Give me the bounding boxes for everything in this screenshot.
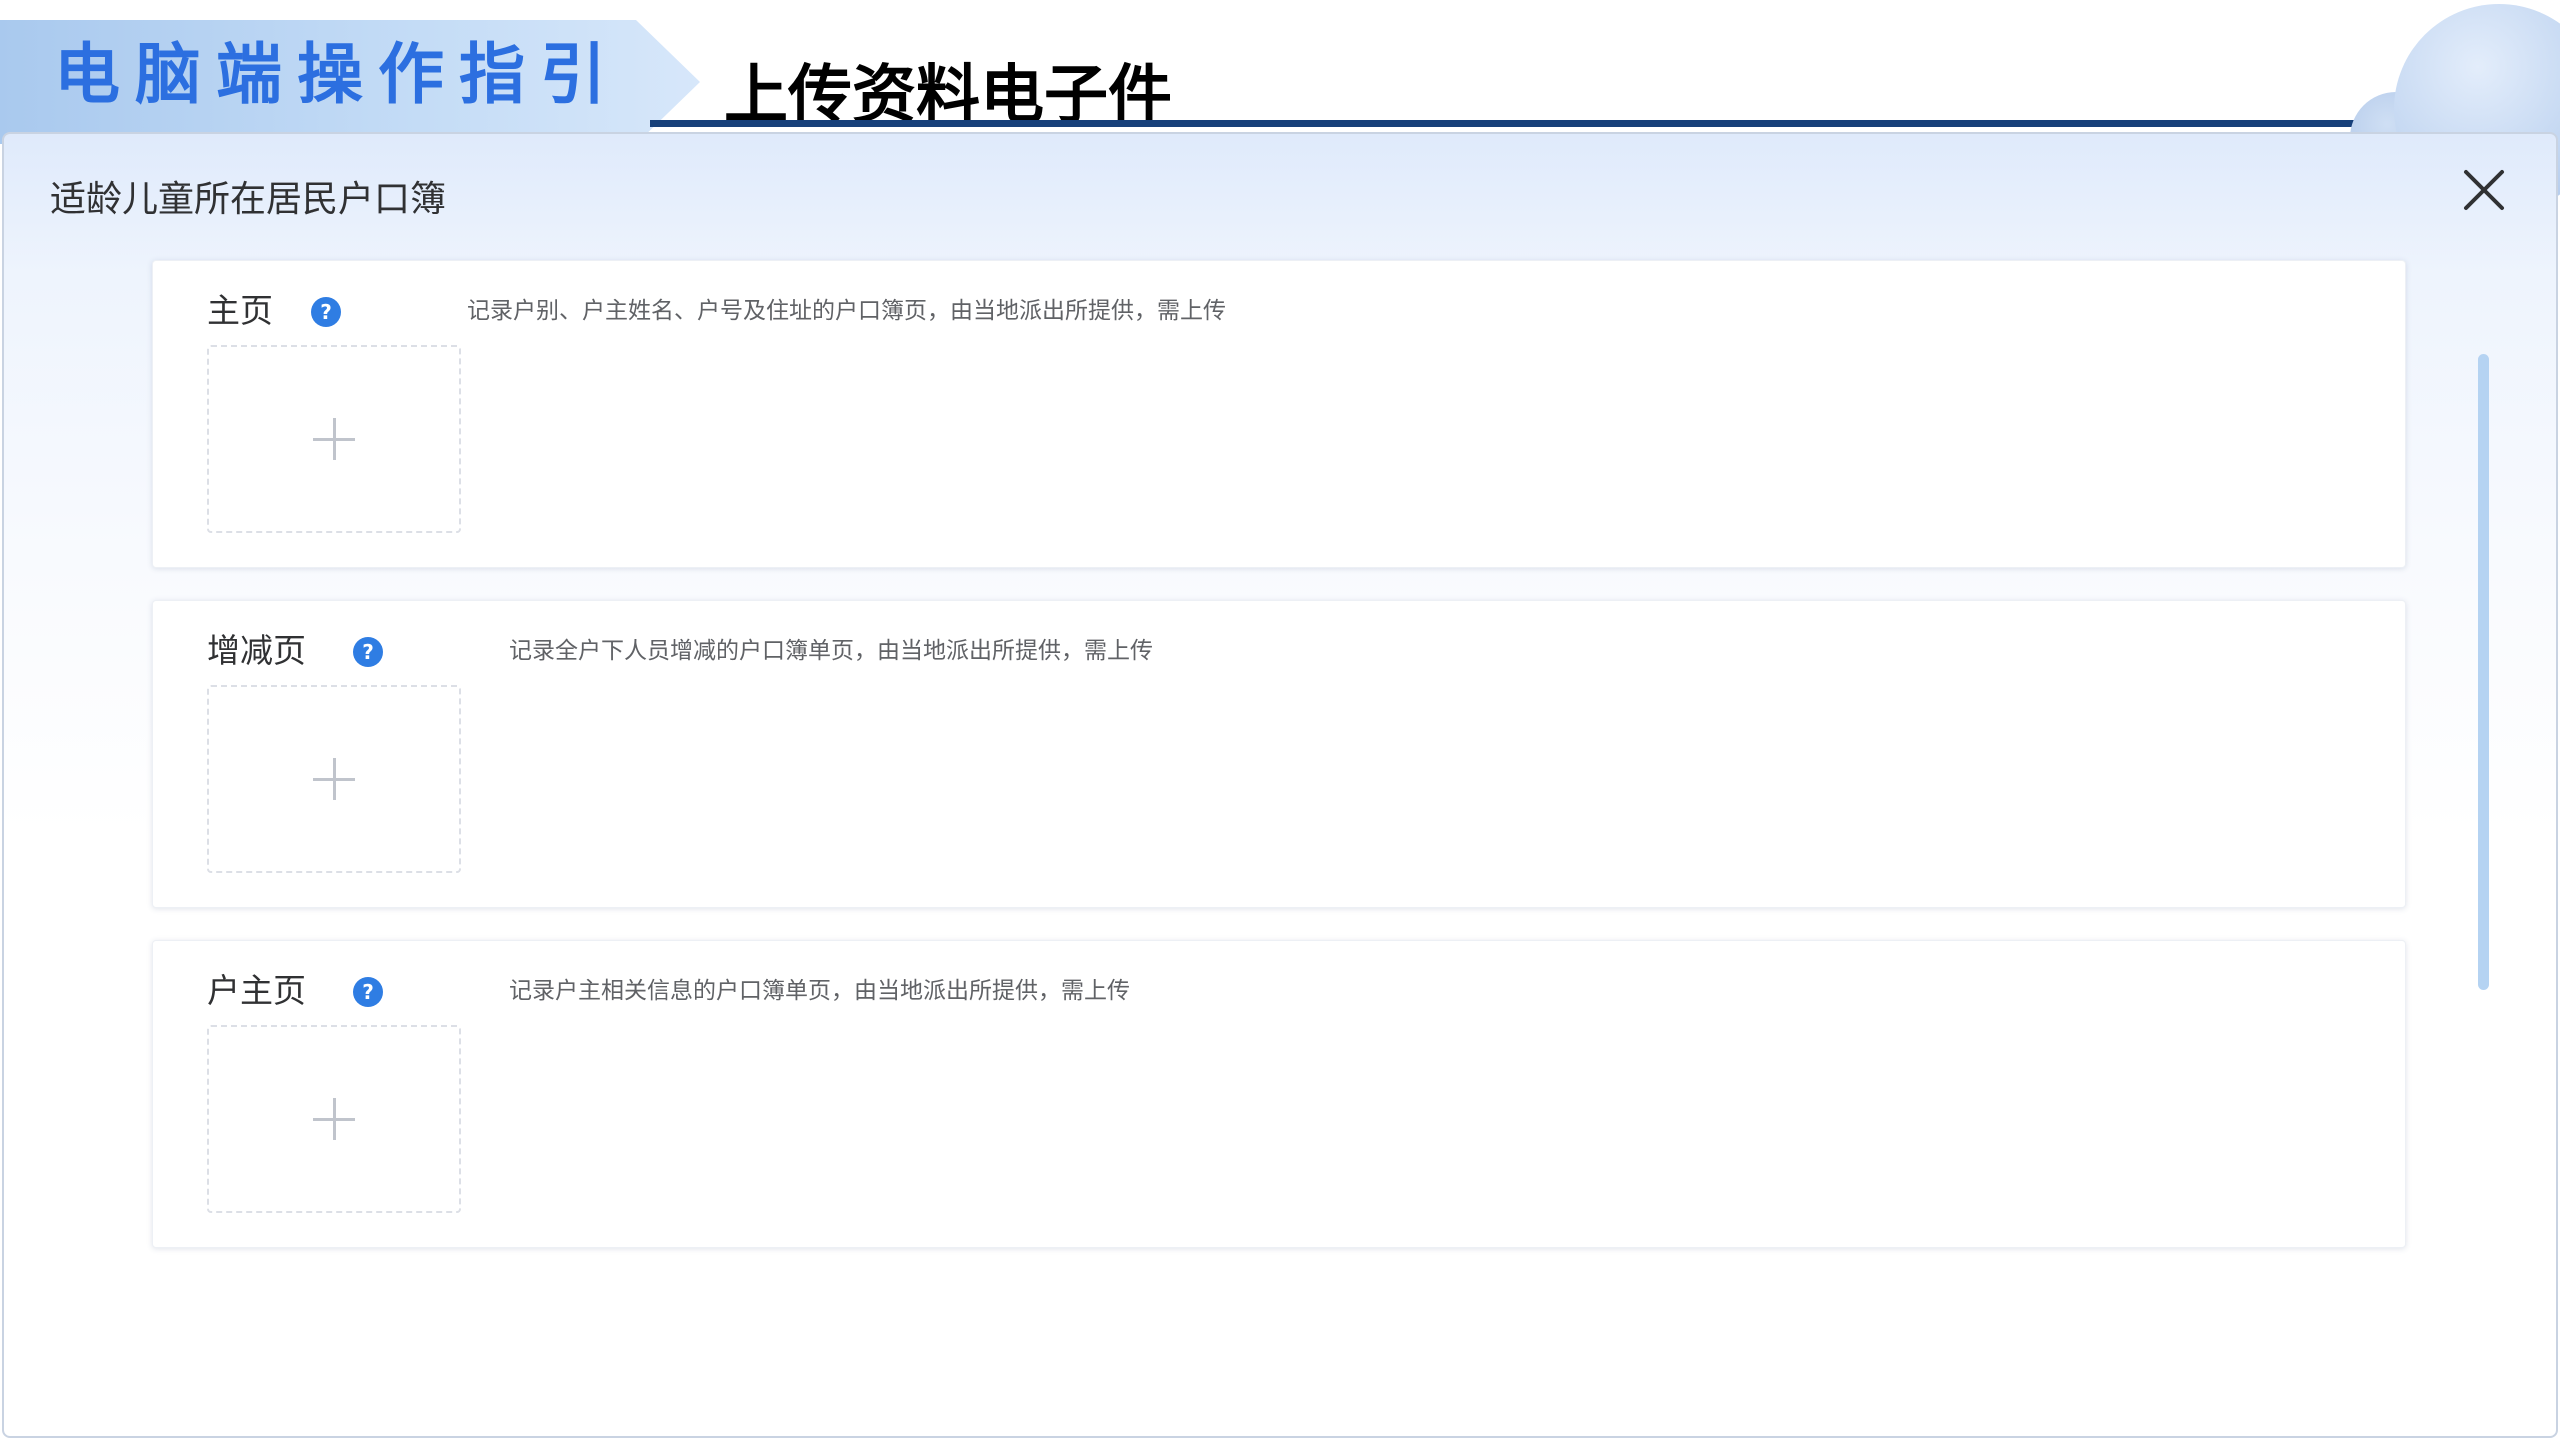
upload-dialog: 适龄儿童所在居民户口簿 主页 ? 记录户别、户主姓名、户号及住址的户口簿页，由当… [2,132,2558,1438]
close-button[interactable] [2454,160,2514,220]
plus-icon [313,758,355,800]
upload-button[interactable] [207,1025,461,1213]
guide-title: 电脑端操作指引 [54,36,621,113]
help-icon[interactable]: ? [353,637,383,667]
upload-card-householder-page: 户主页 ? 记录户主相关信息的户口簿单页，由当地派出所提供，需上传 [152,940,2406,1248]
help-icon[interactable]: ? [353,977,383,1007]
upload-button[interactable] [207,345,461,533]
plus-icon [313,1098,355,1140]
upload-button[interactable] [207,685,461,873]
card-description: 记录户别、户主姓名、户号及住址的户口簿页，由当地派出所提供，需上传 [467,298,1226,324]
card-description: 记录户主相关信息的户口簿单页，由当地派出所提供，需上传 [509,978,1130,1004]
help-icon[interactable]: ? [311,297,341,327]
upload-card-main-page: 主页 ? 记录户别、户主姓名、户号及住址的户口簿页，由当地派出所提供，需上传 [152,260,2406,568]
card-label: 增减页 [207,631,306,670]
card-label: 户主页 [207,971,306,1010]
header-divider [650,120,2560,127]
card-description: 记录全户下人员增减的户口簿单页，由当地派出所提供，需上传 [509,638,1153,664]
scrollbar-thumb[interactable] [2478,354,2489,990]
upload-card-change-page: 增减页 ? 记录全户下人员增减的户口簿单页，由当地派出所提供，需上传 [152,600,2406,908]
scrollbar[interactable] [2476,222,2492,1436]
dialog-title: 适龄儿童所在居民户口簿 [50,179,447,220]
close-icon[interactable] [2454,160,2514,220]
plus-icon [313,418,355,460]
card-label: 主页 [207,291,273,330]
